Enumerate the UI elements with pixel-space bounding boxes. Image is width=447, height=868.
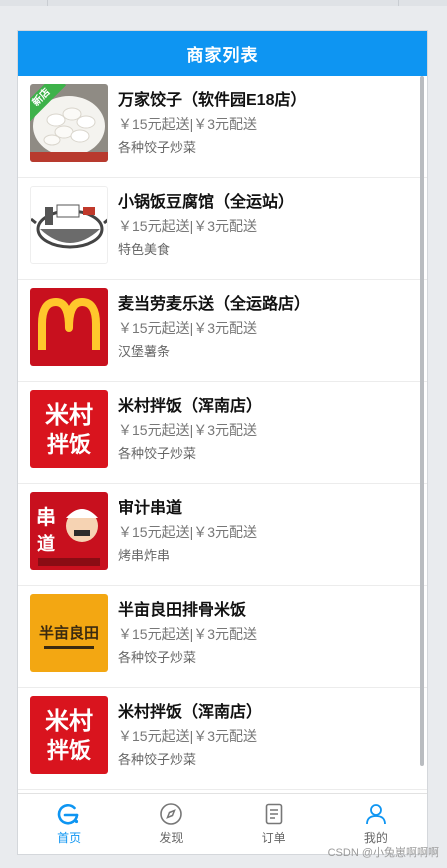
micun-logo: 米村 拌饭 [45,707,93,764]
shop-desc: 烤串炸串 [118,548,171,563]
chuandao-logo: 串 道 [36,505,100,566]
shop-info: 米村拌饭（浑南店） ￥15元起送|￥3元配送 各种饺子炒菜 [118,702,417,770]
shop-desc: 汉堡薯条 [118,344,171,359]
micun-logo-text-bottom: 拌饭 [47,432,91,458]
shop-name: 米村拌饭（浑南店） [118,398,263,415]
golden-arches-logo [38,298,100,350]
shop-price: ￥15元起送|￥3元配送 [118,320,257,336]
micun-logo-text-bottom: 拌饭 [47,738,91,764]
micun-logo-text-top: 米村 [45,401,93,429]
shop-thumbnail-micun: 米村 拌饭 [30,696,108,774]
shop-price: ￥15元起送|￥3元配送 [118,422,257,438]
compass-icon [160,803,183,825]
shop-thumbnail-xiaoguofan [30,186,108,264]
shop-price: ￥15元起送|￥3元配送 [118,218,257,234]
micun-logo-text-top: 米村 [45,707,93,735]
banmuliangtian-logo: 半亩良田 [39,624,99,649]
phone-frame: 商家列表 新店 万家饺子（软件园E18店） ￥15元起送|￥3元配送 各种饺子炒… [17,30,428,855]
shop-name: 万家饺子（软件园E18店） [118,92,307,109]
browser-top-strip [0,0,447,6]
tab-label: 订单 [261,831,286,845]
shop-info: 麦当劳麦乐送（全运路店） ￥15元起送|￥3元配送 汉堡薯条 [118,294,417,362]
page-header: 商家列表 [18,31,427,76]
shop-item[interactable]: 小锅饭豆腐馆（全运站） ￥15元起送|￥3元配送 特色美食 [18,178,427,280]
shop-name: 小锅饭豆腐馆（全运站） [118,194,295,211]
user-icon [365,804,386,825]
shop-info: 万家饺子（软件园E18店） ￥15元起送|￥3元配送 各种饺子炒菜 [118,90,417,158]
shop-thumbnail-chuandao: 串 道 [30,492,108,570]
shop-name: 米村拌饭（浑南店） [118,704,263,721]
shop-thumbnail-micun: 米村 拌饭 [30,390,108,468]
banmuliangtian-logo-text: 半亩良田 [39,624,99,642]
shop-info: 小锅饭豆腐馆（全运站） ￥15元起送|￥3元配送 特色美食 [118,192,417,260]
chuandao-logo-text-bottom: 道 [37,533,55,555]
shop-list: 新店 万家饺子（软件园E18店） ￥15元起送|￥3元配送 各种饺子炒菜 小锅饭… [18,76,427,790]
shop-price: ￥15元起送|￥3元配送 [118,626,257,642]
shop-price: ￥15元起送|￥3元配送 [118,728,257,744]
shop-desc: 各种饺子炒菜 [118,650,197,665]
shop-name: 审计串道 [118,500,183,517]
shop-item[interactable]: 串 道 审计串道 ￥15元起送|￥3元配送 烤串炸串 [18,484,427,586]
shop-price: ￥15元起送|￥3元配送 [118,116,257,132]
watermark: CSDN @小兔崽啊啊啊 [327,847,439,859]
shop-name: 麦当劳麦乐送（全运路店） [118,296,311,313]
home-e-icon [57,803,79,825]
shop-desc: 各种饺子炒菜 [118,446,197,461]
shop-item[interactable]: 新店 万家饺子（软件园E18店） ￥15元起送|￥3元配送 各种饺子炒菜 [18,76,427,178]
tab-orders[interactable]: 订单 [223,794,325,854]
list-scrollbar[interactable] [420,76,424,766]
shop-item[interactable]: 米村 拌饭 米村拌饭（浑南店） ￥15元起送|￥3元配送 各种饺子炒菜 [18,688,427,790]
shop-desc: 各种饺子炒菜 [118,140,197,155]
shop-desc: 各种饺子炒菜 [118,752,197,767]
shop-item[interactable]: 麦当劳麦乐送（全运路店） ￥15元起送|￥3元配送 汉堡薯条 [18,280,427,382]
shop-name: 半亩良田排骨米饭 [118,602,247,619]
shop-thumbnail-banmuliangtian: 半亩良田 [30,594,108,672]
shop-price: ￥15元起送|￥3元配送 [118,524,257,540]
shop-info: 半亩良田排骨米饭 ￥15元起送|￥3元配送 各种饺子炒菜 [118,600,417,668]
shop-thumbnail-mcdonalds [30,288,108,366]
shop-desc: 特色美食 [118,242,171,257]
shop-info: 米村拌饭（浑南店） ￥15元起送|￥3元配送 各种饺子炒菜 [118,396,417,464]
micun-logo: 米村 拌饭 [45,401,93,458]
shop-item[interactable]: 半亩良田 半亩良田排骨米饭 ￥15元起送|￥3元配送 各种饺子炒菜 [18,586,427,688]
tab-discover[interactable]: 发现 [120,794,222,854]
page-title: 商家列表 [186,46,259,65]
shop-item[interactable]: 米村 拌饭 米村拌饭（浑南店） ￥15元起送|￥3元配送 各种饺子炒菜 [18,382,427,484]
chuandao-logo-text-top: 串 [36,505,56,529]
tab-label: 发现 [159,831,184,845]
tab-label: 首页 [57,831,82,845]
pot-logo-image [31,204,107,249]
tab-home[interactable]: 首页 [18,794,120,854]
shop-thumbnail-dumplings: 新店 [30,84,108,162]
order-doc-icon [265,803,282,825]
shop-info: 审计串道 ￥15元起送|￥3元配送 烤串炸串 [118,498,417,566]
